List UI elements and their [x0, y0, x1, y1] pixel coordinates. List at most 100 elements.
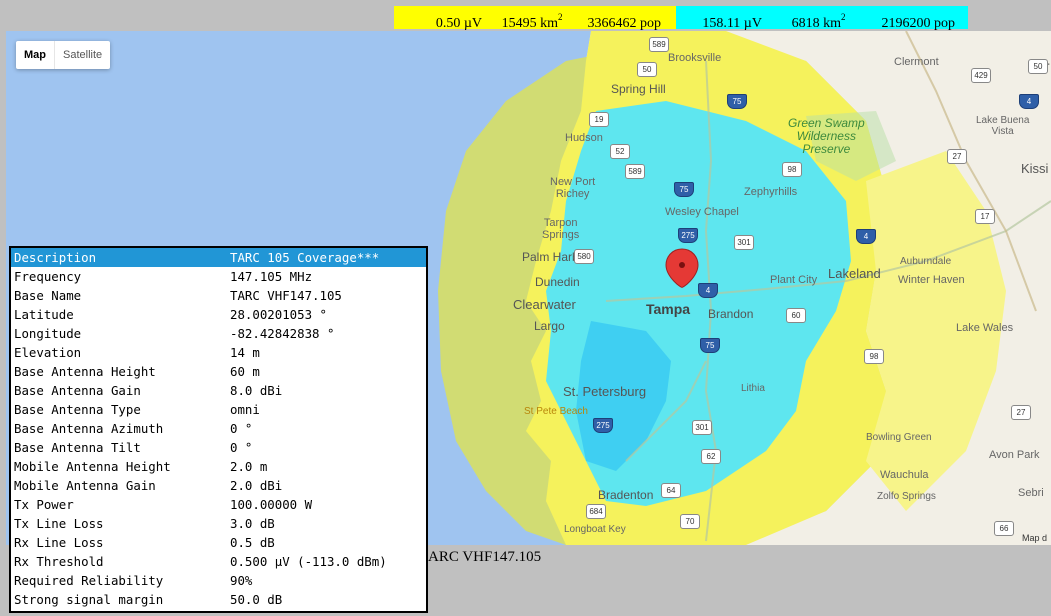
row-key: Base Antenna Type	[14, 402, 141, 417]
road-shield: 17	[975, 209, 995, 224]
interstate-shield: 75	[674, 182, 694, 197]
map-attribution[interactable]: Map d	[1022, 533, 1047, 543]
row-value: 3.0 dB	[230, 516, 275, 531]
row-value: 0.5 dB	[230, 535, 275, 550]
table-row: Elevation 14 m	[11, 343, 426, 362]
place-longboat-key: Longboat Key	[564, 524, 626, 535]
place-spring-hill: Spring Hill	[611, 82, 666, 96]
table-row: Base Antenna Tilt 0 °	[11, 438, 426, 457]
table-row: Rx Line Loss 0.5 dB	[11, 533, 426, 552]
place-clermont: Clermont	[894, 56, 939, 68]
place-hudson: Hudson	[565, 132, 603, 144]
table-row: Rx Threshold 0.500 µV (-113.0 dBm)	[11, 552, 426, 571]
road-shield: 301	[692, 420, 712, 435]
map-view-button[interactable]: Map	[16, 41, 55, 69]
place-dunedin: Dunedin	[535, 275, 580, 289]
row-value: 100.00000 W	[230, 497, 313, 512]
place-brooksville: Brooksville	[668, 52, 722, 64]
road-shield: 98	[782, 162, 802, 177]
row-value: 147.105 MHz	[230, 269, 313, 284]
road-shield: 62	[701, 449, 721, 464]
row-key: Tx Power	[14, 497, 74, 512]
table-row: Base Antenna Height 60 m	[11, 362, 426, 381]
place-tampa: Tampa	[646, 301, 691, 317]
row-value: TARC VHF147.105	[230, 288, 342, 303]
place-sebring: Sebri	[1018, 487, 1044, 499]
interstate-shield: 75	[727, 94, 747, 109]
row-value: 28.00201053 °	[230, 307, 327, 322]
road-shield: 98	[864, 349, 884, 364]
interstate-shield: 4	[1019, 94, 1039, 109]
row-key: Base Antenna Azimuth	[14, 421, 164, 436]
table-row: Mobile Antenna Height 2.0 m	[11, 457, 426, 476]
road-shield: 589	[625, 164, 645, 179]
header-value: TARC 105 Coverage***	[230, 250, 380, 265]
row-value: -82.42842838 °	[230, 326, 335, 341]
satellite-view-button[interactable]: Satellite	[55, 41, 110, 69]
row-key: Rx Threshold	[14, 554, 104, 569]
coverage-legend-strong: 158.11 µV 6818 km2 2196200 pop	[676, 6, 968, 31]
row-value: 60 m	[230, 364, 260, 379]
road-shield: 60	[786, 308, 806, 323]
site-name-label: ARC VHF147.105	[428, 549, 542, 565]
road-shield: 50	[1028, 59, 1048, 74]
road-shield: 429	[971, 68, 991, 83]
place-lake-buena-vista: Lake Buena Vista	[976, 115, 1030, 137]
place-largo: Largo	[534, 319, 565, 333]
place-tarpon-springs: Tarpon Springs	[542, 217, 580, 241]
row-value: 2.0 m	[230, 459, 268, 474]
row-key: Elevation	[14, 345, 82, 360]
interstate-shield: 75	[700, 338, 720, 353]
place-winter-haven: Winter Haven	[898, 274, 965, 286]
table-body: Frequency 147.105 MHz Base Name TARC VHF147…	[11, 267, 426, 609]
row-key: Required Reliability	[14, 573, 164, 588]
row-key: Mobile Antenna Gain	[14, 478, 156, 493]
site-info-table: Description TARC 105 Coverage*** Frequen…	[9, 246, 428, 613]
row-key: Latitude	[14, 307, 74, 322]
interstate-shield: 275	[593, 418, 613, 433]
table-row: Tx Power 100.00000 W	[11, 495, 426, 514]
row-value: 90%	[230, 573, 253, 588]
road-shield: 589	[649, 37, 669, 52]
place-clearwater: Clearwater	[513, 297, 576, 312]
interstate-shield: 4	[856, 229, 876, 244]
place-auburndale: Auburndale	[900, 256, 952, 267]
place-lithia: Lithia	[741, 383, 765, 394]
place-bowling-green: Bowling Green	[866, 432, 932, 443]
place-brandon: Brandon	[708, 307, 754, 321]
place-green-swamp: Green Swamp Wilderness Preserve	[788, 116, 865, 156]
table-row: Required Reliability 90%	[11, 571, 426, 590]
table-row: Mobile Antenna Gain 2.0 dBi	[11, 476, 426, 495]
coverage-legend-weak: 0.50 µV 15495 km2 3366462 pop	[394, 6, 676, 31]
table-row: Base Name TARC VHF147.105	[11, 286, 426, 305]
row-value: 50.0 dB	[230, 592, 283, 607]
road-shield: 27	[1011, 405, 1031, 420]
place-lake-wales: Lake Wales	[956, 322, 1014, 334]
place-wauchula: Wauchula	[880, 469, 929, 481]
row-value: 0.500 µV (-113.0 dBm)	[230, 554, 387, 569]
row-key: Base Name	[14, 288, 82, 303]
road-shield: 301	[734, 235, 754, 250]
place-zephyrhills: Zephyrhills	[744, 186, 798, 198]
row-key: Rx Line Loss	[14, 535, 104, 550]
row-key: Tx Line Loss	[14, 516, 104, 531]
row-value: 8.0 dBi	[230, 383, 283, 398]
row-key: Mobile Antenna Height	[14, 459, 171, 474]
table-row: Base Antenna Azimuth 0 °	[11, 419, 426, 438]
table-row: Latitude 28.00201053 °	[11, 305, 426, 324]
table-row: Base Antenna Type omni	[11, 400, 426, 419]
road-shield: 66	[994, 521, 1014, 536]
place-kissimmee: Kissi	[1021, 161, 1049, 176]
road-shield: 19	[589, 112, 609, 127]
map-type-control: Map Satellite	[16, 41, 111, 69]
table-row: Tx Line Loss 3.0 dB	[11, 514, 426, 533]
table-row: Longitude -82.42842838 °	[11, 324, 426, 343]
table-row: Base Antenna Gain 8.0 dBi	[11, 381, 426, 400]
row-value: 2.0 dBi	[230, 478, 283, 493]
place-zolfo-springs: Zolfo Springs	[877, 491, 936, 502]
row-value: 14 m	[230, 345, 260, 360]
table-header-row: Description TARC 105 Coverage***	[11, 248, 426, 267]
place-lakeland: Lakeland	[828, 266, 881, 281]
place-new-port-richey: New Port Richey	[550, 176, 596, 200]
road-shield: 684	[586, 504, 606, 519]
